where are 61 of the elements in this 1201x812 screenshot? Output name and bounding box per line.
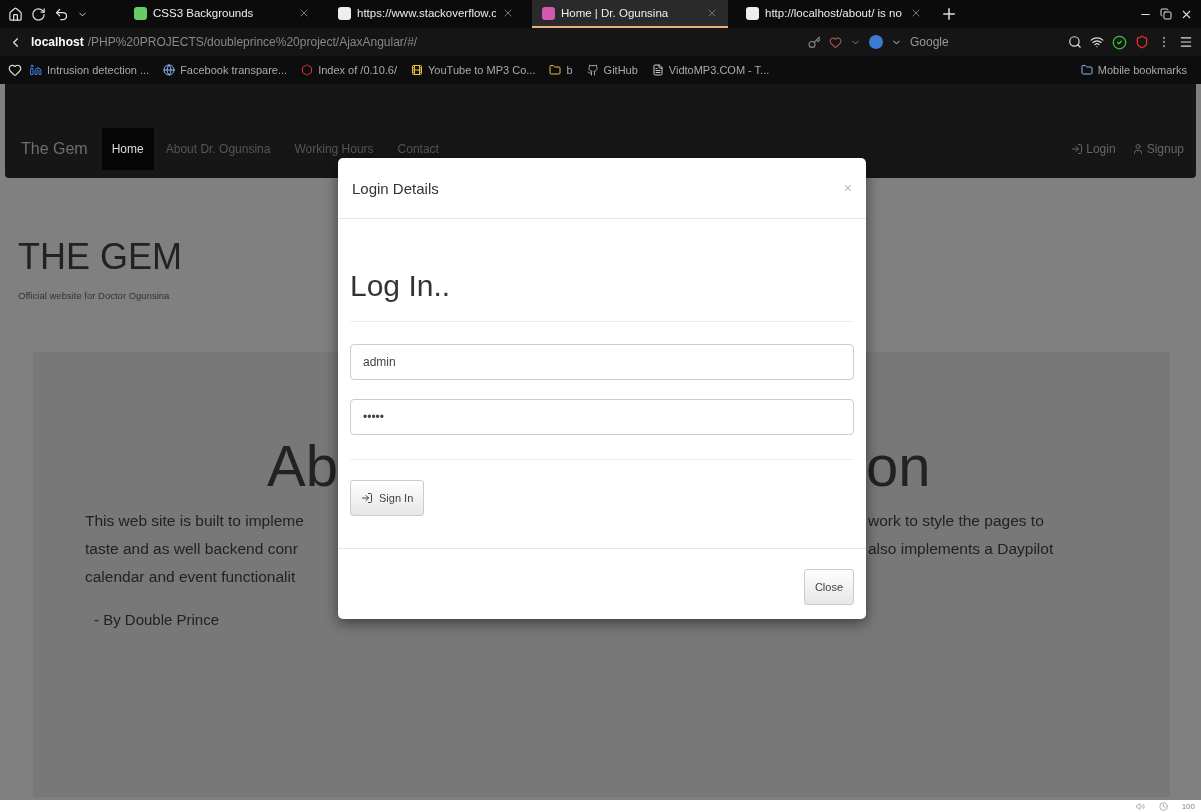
globe-icon bbox=[163, 64, 176, 76]
password-field[interactable]: ••••• bbox=[350, 399, 854, 435]
restore-icon[interactable] bbox=[1160, 8, 1172, 20]
folder-icon bbox=[1080, 64, 1093, 76]
signature-text: - By Double Prince bbox=[94, 611, 221, 628]
favicon-icon bbox=[746, 6, 759, 20]
bookmark-item[interactable]: Index of /0.10.6/ bbox=[301, 64, 398, 76]
site-subtitle: Official website for Doctor Ogunsina bbox=[18, 290, 171, 301]
check-icon[interactable] bbox=[1112, 34, 1127, 50]
bookmark-label: GitHub bbox=[603, 64, 638, 76]
favicon-icon bbox=[542, 6, 555, 20]
login-icon bbox=[1071, 143, 1084, 155]
film-icon bbox=[411, 64, 424, 76]
heading-text: on bbox=[866, 432, 932, 499]
bookmark-label: b bbox=[566, 64, 573, 76]
key-icon[interactable] bbox=[808, 35, 821, 49]
nav-link[interactable]: Home bbox=[101, 128, 154, 170]
heading-text: Ab bbox=[266, 432, 338, 499]
browser-tab[interactable]: CSS3 Backgrounds bbox=[124, 0, 320, 28]
zoom-level: 100 bbox=[1181, 801, 1195, 811]
search-field[interactable]: Google bbox=[910, 35, 1060, 49]
bookmark-item[interactable]: b bbox=[549, 64, 573, 76]
paragraph-text: This web site is built to impleme bbox=[84, 511, 305, 531]
search-icon[interactable] bbox=[1068, 35, 1082, 49]
wifi-icon[interactable] bbox=[1090, 35, 1104, 49]
username-field[interactable]: admin bbox=[350, 344, 854, 380]
github-icon bbox=[586, 64, 599, 76]
home-icon[interactable] bbox=[8, 6, 23, 22]
folder-icon bbox=[549, 64, 562, 76]
favicon-icon bbox=[134, 6, 147, 20]
dialog-title: Login Details bbox=[352, 179, 439, 197]
browser-tab[interactable]: http://localhost/about/ is no bbox=[736, 0, 932, 28]
paragraph-text: taste and as well backend conr bbox=[84, 539, 299, 559]
new-tab-icon[interactable] bbox=[940, 5, 958, 23]
hexagon-icon bbox=[301, 64, 314, 76]
linkedin-icon bbox=[30, 64, 42, 76]
heart-icon[interactable] bbox=[8, 63, 22, 77]
brand-link[interactable]: The Gem bbox=[17, 140, 92, 158]
paragraph-text: also implements a Daypilot bbox=[867, 539, 1055, 559]
site-title: THE GEM bbox=[18, 236, 182, 278]
file-icon bbox=[651, 64, 664, 76]
login-icon bbox=[361, 492, 373, 504]
browser-tab[interactable]: Home | Dr. Ogunsina bbox=[532, 0, 728, 28]
paragraph-text: work to style the pages to bbox=[867, 511, 1045, 531]
bookmark-item[interactable]: GitHub bbox=[586, 64, 638, 76]
sign-in-button[interactable]: Sign In bbox=[350, 480, 425, 516]
bookmark-label: Index of /0.10.6/ bbox=[318, 64, 398, 76]
paragraph-text: calendar and event functionalit bbox=[84, 567, 297, 587]
address-field[interactable]: localhost /PHP%20PROJECTS/doubleprince%20project/AjaxAngular/#/ bbox=[31, 35, 800, 49]
search-engine-icon[interactable] bbox=[869, 35, 883, 49]
favicon-icon bbox=[338, 6, 351, 20]
undo-icon[interactable] bbox=[54, 6, 69, 22]
bookmark-item[interactable]: Mobile bookmarks bbox=[1080, 64, 1187, 76]
reload-icon[interactable] bbox=[31, 6, 46, 22]
menu-icon[interactable] bbox=[1179, 35, 1193, 49]
shield-icon[interactable] bbox=[1135, 35, 1149, 49]
bookmark-label: Mobile bookmarks bbox=[1097, 64, 1187, 76]
user-icon bbox=[1131, 143, 1144, 155]
close-button[interactable]: Close bbox=[803, 569, 854, 605]
login-heading: Log In.. bbox=[350, 269, 854, 322]
browser-tab[interactable]: https://www.stackoverflow.c bbox=[328, 0, 524, 28]
